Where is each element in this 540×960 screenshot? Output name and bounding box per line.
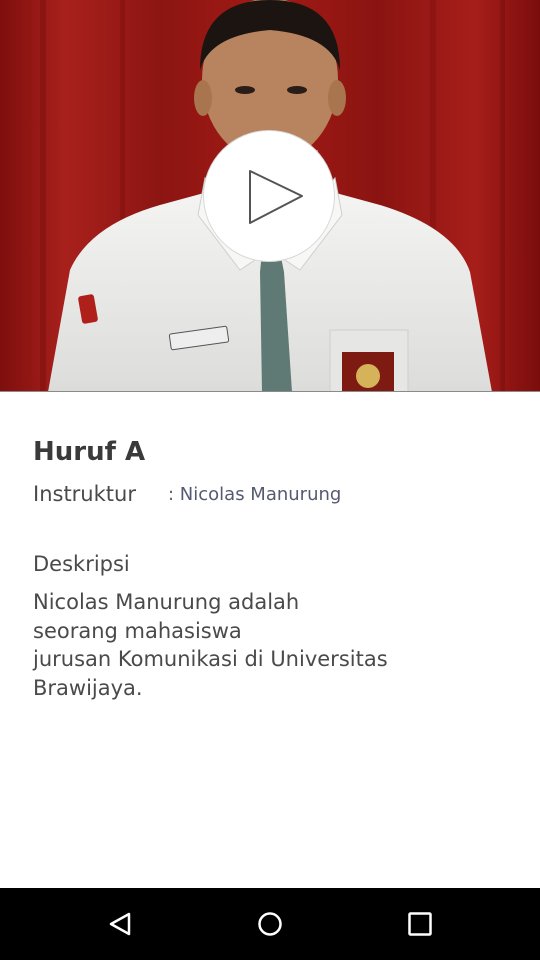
home-circle-icon [258, 912, 282, 936]
back-triangle-icon [109, 912, 131, 936]
nav-recent-apps-button[interactable] [400, 904, 440, 944]
description-text: Nicolas Manurung adalah seorang mahasisw… [33, 590, 388, 700]
nav-back-button[interactable] [100, 904, 140, 944]
screen: Huruf A Instruktur : Nicolas Manurung De… [0, 0, 540, 960]
instructor-label: Instruktur [33, 482, 136, 506]
nav-home-button[interactable] [250, 904, 290, 944]
play-button[interactable] [204, 131, 334, 261]
lesson-title: Huruf A [33, 437, 146, 467]
instructor-name: : Nicolas Manurung [168, 484, 342, 505]
play-icon [249, 170, 303, 224]
video-player[interactable] [0, 0, 540, 392]
description-label: Deskripsi [33, 552, 130, 576]
system-nav-bar [0, 888, 540, 960]
recent-apps-square-icon [408, 912, 432, 936]
